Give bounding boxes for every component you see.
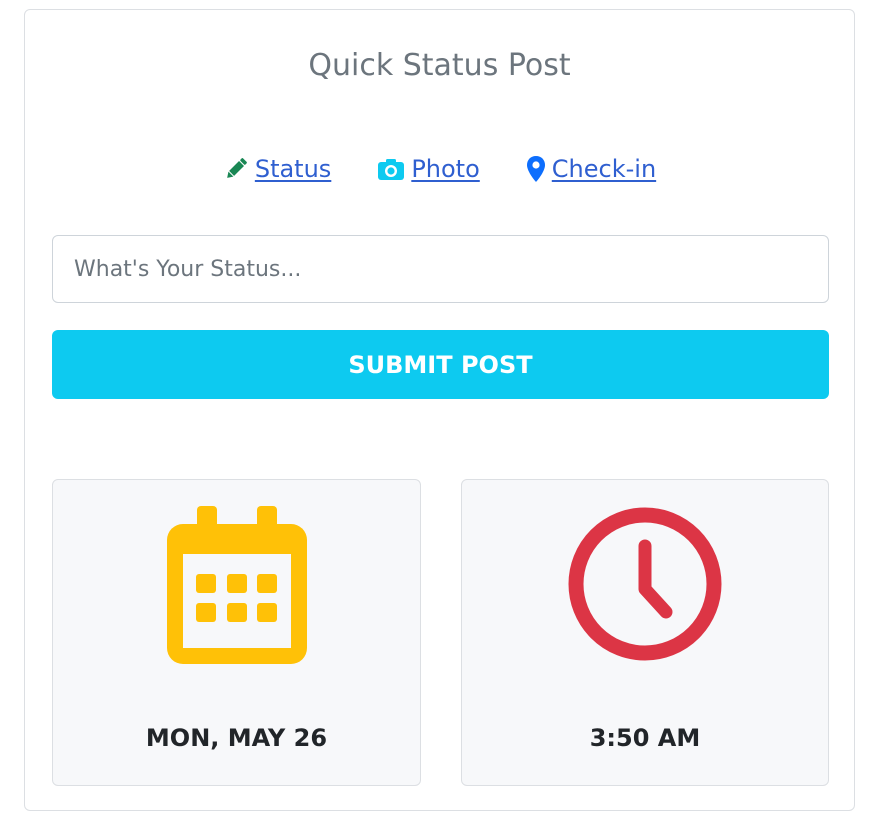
map-marker-icon [526,155,546,183]
date-panel: MON, MAY 26 [52,479,421,786]
calendar-icon [53,506,420,666]
clock-icon [462,506,828,666]
camera-icon [377,157,405,181]
submit-post-button[interactable]: SUBMIT POST [52,330,829,399]
status-input[interactable] [52,235,829,303]
tab-check-in-label: Check-in [551,155,657,183]
tab-photo-label: Photo [411,155,480,183]
page-title: Quick Status Post [308,48,571,83]
tab-photo[interactable]: Photo [377,155,480,183]
time-panel: 3:50 AM [461,479,829,786]
date-value: MON, MAY 26 [145,724,328,752]
post-type-tabs: Status Photo Check-in [25,155,854,183]
tab-status[interactable]: Status [223,155,331,183]
quick-status-card: Quick Status Post Status Photo Check-in … [24,9,855,811]
pencil-icon [223,156,249,182]
tab-check-in[interactable]: Check-in [526,155,656,183]
time-value: 3:50 AM [589,724,701,752]
tab-status-label: Status [254,155,332,183]
